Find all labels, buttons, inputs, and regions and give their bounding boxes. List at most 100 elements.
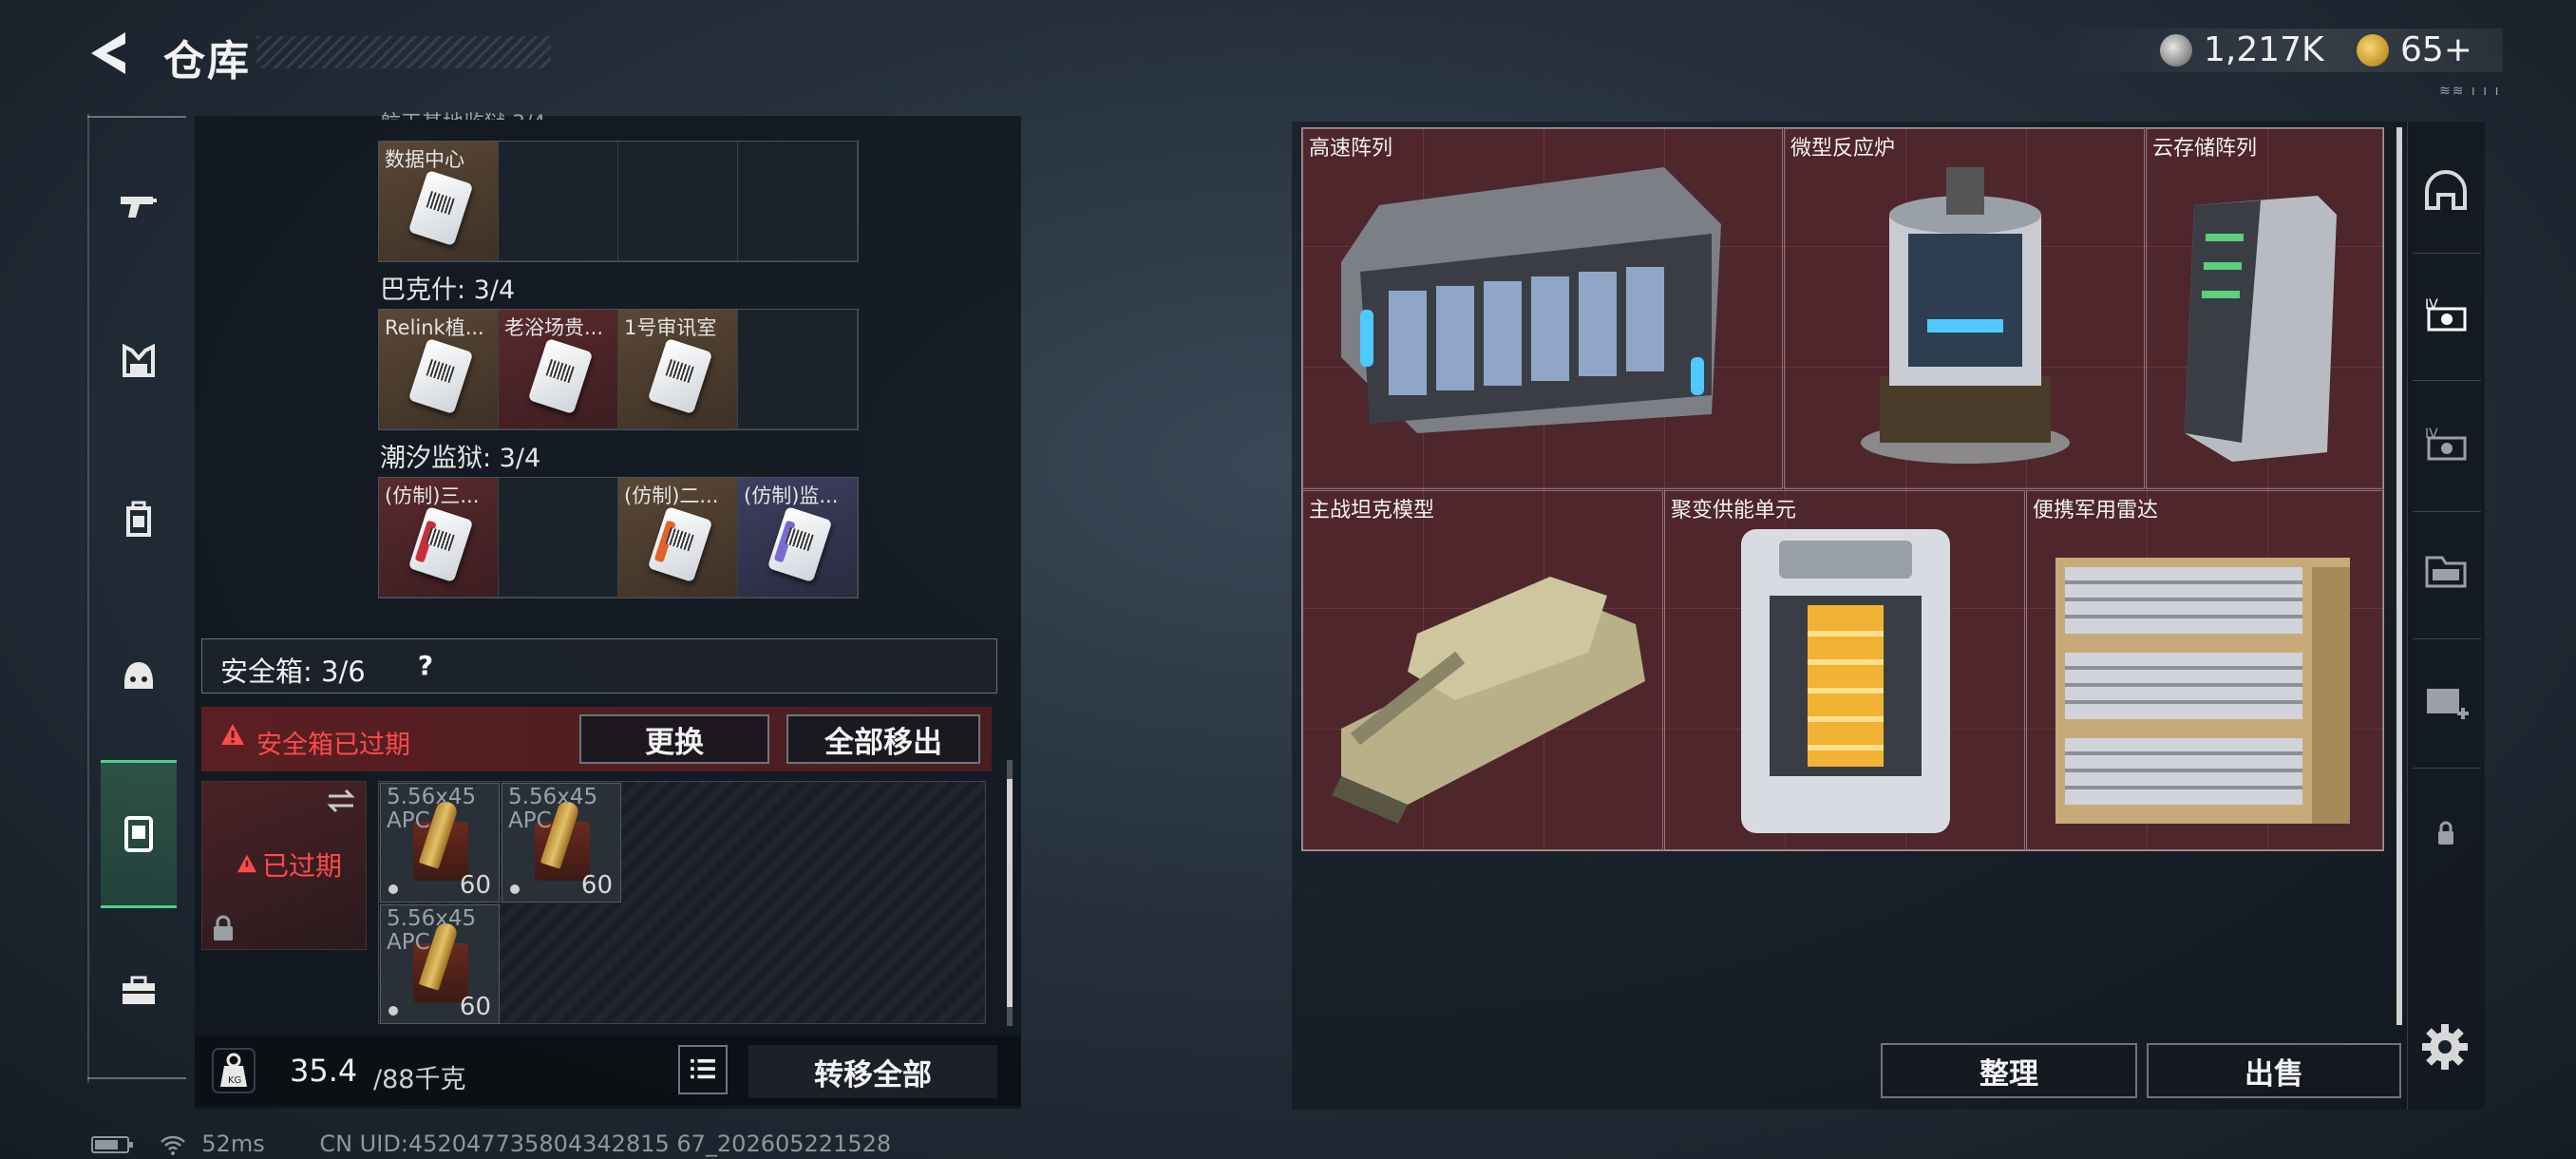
nav-armor[interactable] — [101, 323, 177, 399]
safebox-expired-text: 安全箱已过期 — [256, 731, 410, 760]
warning-icon — [237, 854, 257, 873]
helmet-icon — [124, 662, 153, 689]
gear-iv-alt-icon: IV — [2425, 427, 2467, 461]
keycard-icon — [407, 337, 474, 415]
ammo-slot[interactable]: 5.56x45 APC 60 — [380, 783, 500, 902]
collection-slot[interactable]: 1号审讯室 — [618, 310, 738, 429]
ammo-dot-icon — [388, 884, 398, 894]
keycard-icon — [647, 337, 713, 415]
ammo-label: 5.56x45 APC — [508, 785, 598, 833]
rnav-gear-iv[interactable]: IV — [2413, 281, 2479, 348]
nav-backpack[interactable] — [101, 481, 177, 557]
toolbox-icon — [123, 976, 155, 1004]
keycard-icon — [407, 169, 474, 247]
ammo-slot[interactable]: 5.56x45 APC 60 — [502, 783, 621, 902]
nav-safebox[interactable] — [101, 796, 177, 872]
stash-item[interactable]: 云存储阵列 — [2146, 128, 2383, 489]
rail-divider — [87, 1077, 186, 1079]
stash-item[interactable]: 主战坦克模型 — [1302, 490, 1663, 850]
silver-coin-icon — [2160, 34, 2192, 66]
keycard-icon — [527, 337, 594, 415]
slot-label: 数据中心 — [385, 148, 464, 171]
collection-slot-empty[interactable] — [618, 142, 738, 261]
collection-group-label-partial: 航天基地监狱 3/4 — [380, 106, 545, 120]
rnav-helmet[interactable] — [2413, 160, 2479, 226]
collection-slot-empty[interactable] — [738, 142, 858, 261]
weight-current: 35.4 — [290, 1053, 358, 1089]
status-bar: 52ms CN UID:452047735804342815 67_202605… — [90, 1130, 891, 1157]
ammo-label: 5.56x45 APC — [387, 906, 477, 955]
collection-slot[interactable]: 老浴场贵... — [499, 310, 618, 429]
rnav-lock[interactable] — [2413, 800, 2479, 866]
svg-text:IV: IV — [2425, 297, 2438, 313]
fusion-cell-icon — [1741, 529, 1950, 833]
collection-slot-empty[interactable] — [738, 310, 858, 429]
ammo-count: 60 — [459, 993, 491, 1021]
sell-button[interactable]: 出售 — [2147, 1043, 2401, 1098]
rail-divider — [87, 116, 186, 118]
gear-iv-icon: IV — [2425, 297, 2467, 332]
stash-item[interactable]: 便携军用雷达 — [2026, 490, 2383, 850]
stash-item[interactable]: 高速阵列 — [1302, 128, 1783, 489]
server-array-icon — [1341, 167, 1721, 433]
gold-coin-icon — [2357, 34, 2389, 66]
currency-gold-value: 65+ — [2400, 30, 2472, 69]
svg-text:KG: KG — [228, 1075, 241, 1086]
ammo-count: 60 — [580, 871, 613, 900]
stash-scrollbar[interactable] — [2396, 127, 2402, 1025]
slot-label: (仿制)三... — [385, 484, 480, 507]
replace-safebox-button[interactable]: 更换 — [579, 714, 769, 764]
back-button[interactable] — [84, 25, 141, 82]
ammo-slot[interactable]: 5.56x45 APC 60 — [380, 904, 500, 1024]
rnav-add-case[interactable] — [2413, 669, 2479, 735]
ammo-dot-icon — [388, 1006, 398, 1016]
back-arrow-icon — [91, 32, 125, 74]
rnav-gear-iv-alt[interactable]: IV — [2413, 410, 2479, 477]
wifi-icon — [160, 1135, 185, 1155]
ammo-label: 5.56x45 APC — [387, 785, 477, 833]
move-all-out-button[interactable]: 全部移出 — [786, 714, 980, 764]
list-icon — [691, 1058, 715, 1079]
weight-icon: KG — [212, 1048, 256, 1093]
currency-silver-value: 1,217K — [2204, 30, 2324, 69]
rnav-folder[interactable] — [2413, 538, 2479, 604]
mini-status-text: ≋≋ ı ı ı — [2439, 84, 2501, 99]
nav-toolbox[interactable] — [101, 954, 177, 1030]
help-icon[interactable]: ? — [408, 650, 443, 684]
uid-text: CN UID:452047735804342815 67_20260522152… — [319, 1130, 892, 1157]
settings-button[interactable] — [2418, 1020, 2472, 1074]
container-scrollbar-thumb[interactable] — [1007, 779, 1013, 1007]
collection-slot-empty[interactable] — [499, 142, 618, 261]
collection-slot[interactable]: 数据中心 — [379, 142, 499, 261]
collection-slot-empty[interactable] — [499, 478, 618, 598]
stash-item[interactable]: 聚变供能单元 — [1664, 490, 2025, 850]
transfer-all-button[interactable]: 转移全部 — [748, 1045, 997, 1098]
swap-icon[interactable] — [325, 785, 357, 817]
weight-max: /88千克 — [373, 1065, 466, 1094]
tank-model-icon — [1332, 577, 1645, 824]
rail-divider — [2413, 511, 2481, 512]
stash-item[interactable]: 微型反应炉 — [1784, 128, 2145, 489]
keycard-icon — [647, 505, 713, 583]
slot-label: 1号审讯室 — [624, 316, 717, 339]
ping-value: 52ms — [201, 1130, 265, 1157]
collection-slot[interactable]: (仿制)二... — [618, 478, 738, 598]
micro-reactor-icon — [1861, 167, 2070, 464]
keycard-icon — [767, 505, 833, 583]
list-view-button[interactable] — [678, 1045, 728, 1094]
safebox-capacity-label: 安全箱: 3/6 — [220, 656, 366, 688]
warning-icon — [221, 724, 244, 745]
collection-slot[interactable]: Relink植... — [379, 310, 499, 429]
left-nav-rail — [87, 114, 190, 1083]
rail-divider — [2413, 638, 2481, 639]
collection-slot[interactable]: (仿制)监... — [738, 478, 858, 598]
rail-divider — [2413, 768, 2481, 769]
nav-weapons[interactable] — [101, 167, 177, 243]
sort-button[interactable]: 整理 — [1881, 1043, 2137, 1098]
battery-icon — [91, 1136, 133, 1153]
collection-slot[interactable]: (仿制)三... — [379, 478, 499, 598]
nav-helmet[interactable] — [101, 638, 177, 714]
slot-label: 老浴场贵... — [504, 316, 604, 339]
pistol-icon — [121, 197, 157, 218]
collection-grid-3: (仿制)三... (仿制)二... (仿制)监... — [378, 477, 859, 598]
